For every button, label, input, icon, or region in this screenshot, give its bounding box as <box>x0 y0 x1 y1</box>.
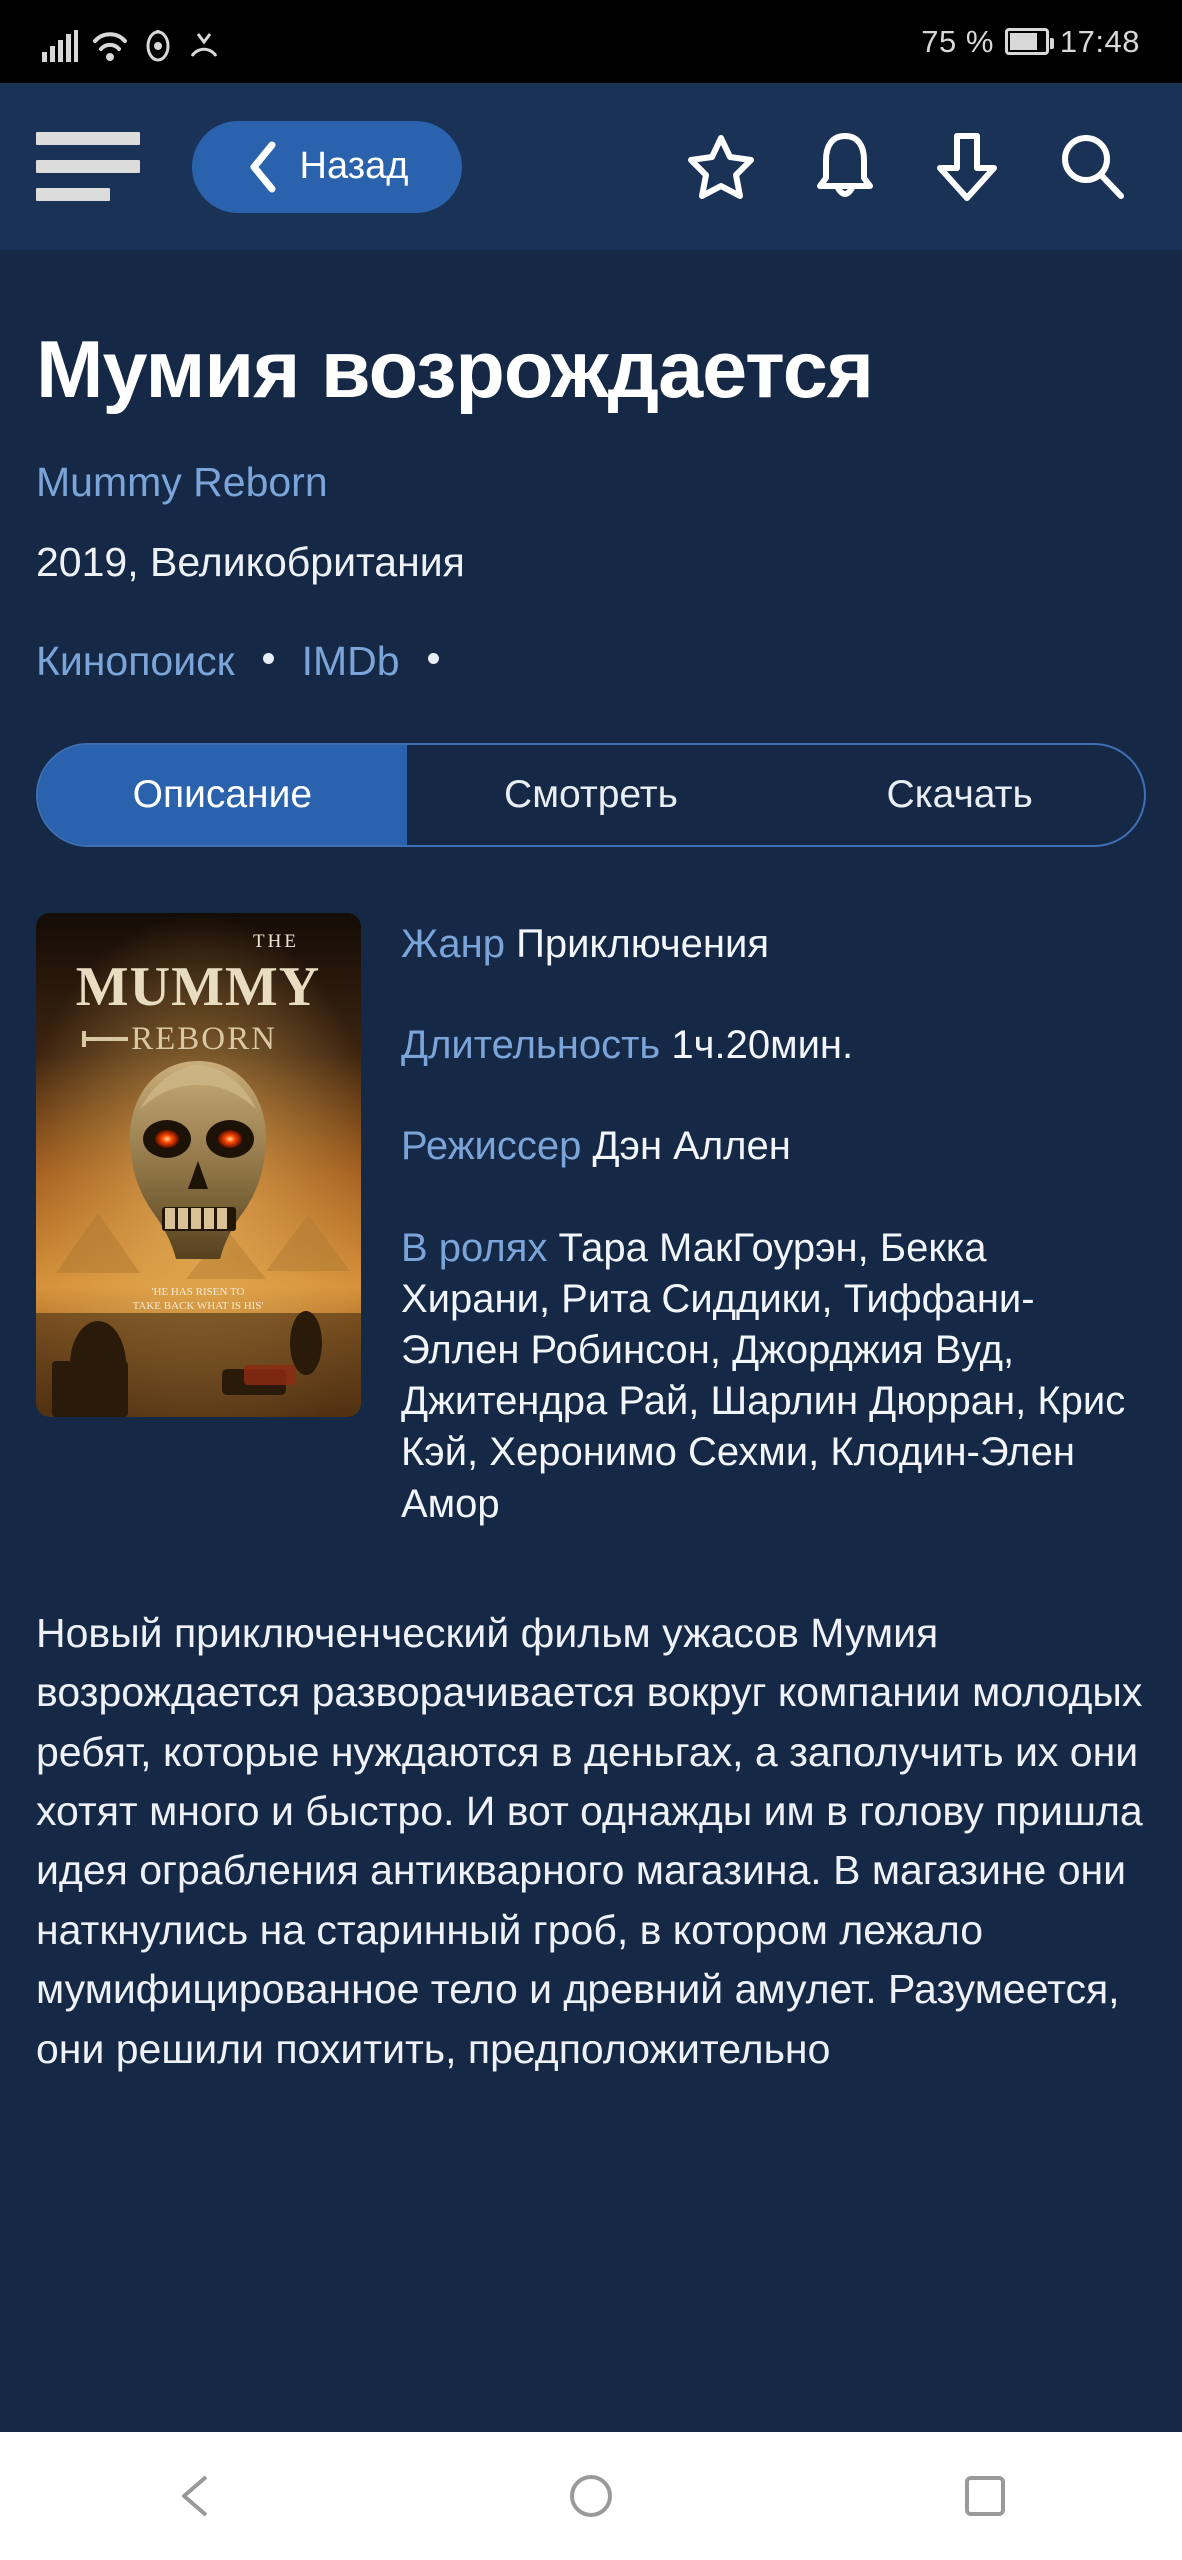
status-bar-right: 75 % 17:48 <box>921 24 1140 60</box>
poster-line-the: THE <box>253 931 299 952</box>
meta-value-genre: Приключения <box>516 922 770 967</box>
rating-value-imdb <box>427 653 439 665</box>
signal-icon <box>42 29 78 62</box>
bell-icon[interactable] <box>812 130 878 204</box>
star-icon[interactable] <box>684 130 758 204</box>
status-bar-left-icons <box>42 22 220 62</box>
download-icon[interactable] <box>932 130 1002 204</box>
app-bar-actions <box>684 130 1152 204</box>
app-bar: Назад <box>0 83 1182 250</box>
meta-row-duration: Длительность 1ч.20мин. <box>401 1020 1146 1071</box>
movie-metadata: Жанр Приключения Длительность 1ч.20мин. … <box>401 913 1146 1530</box>
tab-description[interactable]: Описание <box>38 745 407 846</box>
system-navigation-bar <box>0 2432 1182 2560</box>
mute-icon <box>190 32 218 57</box>
meta-label-director: Режиссер <box>401 1124 582 1169</box>
meta-row-cast: В ролях Тара МакГоурэн, Бекка Хирани, Ри… <box>401 1223 1146 1530</box>
meta-value-duration: 1ч.20мин. <box>671 1023 854 1068</box>
rating-value-kinopoisk <box>262 653 274 665</box>
meta-label-genre: Жанр <box>401 922 505 967</box>
year-country-label: 2019, Великобритания <box>36 539 465 586</box>
meta-label-cast: В ролях <box>401 1225 548 1270</box>
meta-value-cast: Тара МакГоурэн, Бекка Хирани, Рита Сидди… <box>401 1225 1126 1526</box>
chevron-left-icon <box>250 141 276 192</box>
search-icon[interactable] <box>1056 130 1128 204</box>
poster-tagline-2: TAKE BACK WHAT IS HIS' <box>133 1300 264 1312</box>
eye-icon <box>146 29 170 61</box>
meta-label-duration: Длительность <box>401 1023 661 1068</box>
nav-back-triangle-icon[interactable] <box>170 2469 224 2523</box>
original-title: Mummy Reborn <box>36 459 328 506</box>
movie-poster[interactable]: THE MUMMY REBORN 'HE HAS RISEN TO TAKE B… <box>36 913 361 1418</box>
rating-link-imdb[interactable]: IMDb <box>302 638 400 685</box>
meta-value-director: Дэн Аллен <box>592 1124 791 1169</box>
tab-download[interactable]: Скачать <box>775 745 1144 845</box>
wifi-icon <box>93 31 127 61</box>
movie-detail-page: Мумия возрождается Mummy Reborn 2019, Ве… <box>0 250 1182 2460</box>
status-bar: 75 % 17:48 <box>0 0 1182 83</box>
meta-row-genre: Жанр Приключения <box>401 919 1146 970</box>
tab-watch[interactable]: Смотреть <box>407 745 776 845</box>
poster-line-reborn: REBORN <box>131 1021 277 1057</box>
rating-link-kinopoisk[interactable]: Кинопоиск <box>36 638 235 685</box>
back-button-label: Назад <box>299 145 409 187</box>
tab-bar: Описание Смотреть Скачать <box>36 743 1146 848</box>
hamburger-menu-icon[interactable] <box>36 132 140 201</box>
poster-artwork: THE MUMMY REBORN 'HE HAS RISEN TO TAKE B… <box>36 913 361 1418</box>
poster-line-mummy: MUMMY <box>76 956 320 1018</box>
clock-label: 17:48 <box>1059 23 1140 59</box>
battery-icon <box>1004 28 1054 55</box>
nav-home-circle-icon[interactable] <box>564 2469 618 2523</box>
ratings-row: Кинопоиск IMDb <box>36 638 1146 685</box>
details-section: THE MUMMY REBORN 'HE HAS RISEN TO TAKE B… <box>36 913 1146 1530</box>
poster-tagline-1: 'HE HAS RISEN TO <box>152 1286 245 1298</box>
page-title: Мумия возрождается <box>36 325 874 415</box>
meta-row-director: Режиссер Дэн Аллен <box>401 1121 1146 1172</box>
nav-recents-square-icon[interactable] <box>958 2469 1012 2523</box>
battery-percent-label: 75 % <box>921 23 994 59</box>
back-button[interactable]: Назад <box>192 120 462 213</box>
movie-description: Новый приключенческий фильм ужасов Мумия… <box>36 1609 1143 2072</box>
